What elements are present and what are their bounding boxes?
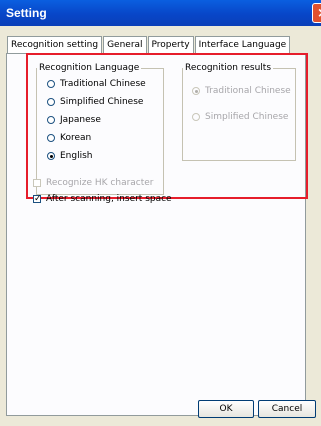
radio-result-simplified-chinese[interactable]: Simplified Chinese [192, 112, 288, 122]
radio-label: Korean [60, 133, 92, 143]
radio-label: Japanese [60, 115, 101, 125]
recognition-results-legend: Recognition results [185, 63, 272, 73]
radio-japanese[interactable]: Japanese [47, 115, 101, 125]
checkbox-insert-space[interactable]: ✓ After scanning, insert space [33, 194, 172, 204]
radio-label: Simplified Chinese [60, 97, 144, 107]
ok-button[interactable]: OK [198, 400, 254, 418]
close-button[interactable]: × [312, 3, 321, 23]
dialog-body: Recognition setting General Property Int… [4, 26, 317, 422]
radio-label: English [60, 151, 93, 161]
checkbox-indicator[interactable] [33, 179, 41, 187]
radio-traditional-chinese[interactable]: Traditional Chinese [47, 79, 146, 89]
checkbox-label: After scanning, insert space [46, 194, 172, 204]
tab-recognition-setting[interactable]: Recognition setting [7, 36, 103, 54]
radio-indicator[interactable] [47, 98, 55, 106]
recognition-language-legend: Recognition Language [39, 63, 140, 73]
radio-indicator[interactable] [47, 116, 55, 124]
tab-general[interactable]: General [103, 36, 147, 53]
checkbox-recognize-hk[interactable]: Recognize HK character [33, 178, 154, 188]
radio-result-traditional-chinese[interactable]: Traditional Chinese [192, 86, 291, 96]
checkbox-indicator-checked[interactable]: ✓ [33, 195, 42, 204]
tab-interface-language[interactable]: Interface Language [194, 36, 291, 53]
radio-label: Simplified Chinese [205, 112, 289, 122]
radio-english[interactable]: English [47, 151, 93, 161]
radio-korean[interactable]: Korean [47, 133, 91, 143]
radio-label: Traditional Chinese [60, 79, 146, 89]
title-bar[interactable]: Setting × [0, 0, 321, 26]
radio-indicator[interactable] [47, 80, 55, 88]
window-title: Setting [6, 6, 47, 20]
settings-window: Setting × Recognition setting General Pr… [0, 0, 321, 426]
tab-property[interactable]: Property [147, 36, 194, 53]
checkbox-label: Recognize HK character [46, 178, 154, 188]
radio-label: Traditional Chinese [205, 86, 291, 96]
tab-strip: Recognition setting General Property Int… [7, 36, 291, 54]
radio-indicator-selected[interactable] [47, 152, 55, 160]
radio-indicator[interactable] [47, 134, 55, 142]
radio-simplified-chinese[interactable]: Simplified Chinese [47, 97, 143, 107]
cancel-button[interactable]: Cancel [258, 400, 316, 418]
radio-indicator[interactable] [192, 113, 200, 121]
radio-indicator-selected[interactable] [192, 87, 200, 95]
